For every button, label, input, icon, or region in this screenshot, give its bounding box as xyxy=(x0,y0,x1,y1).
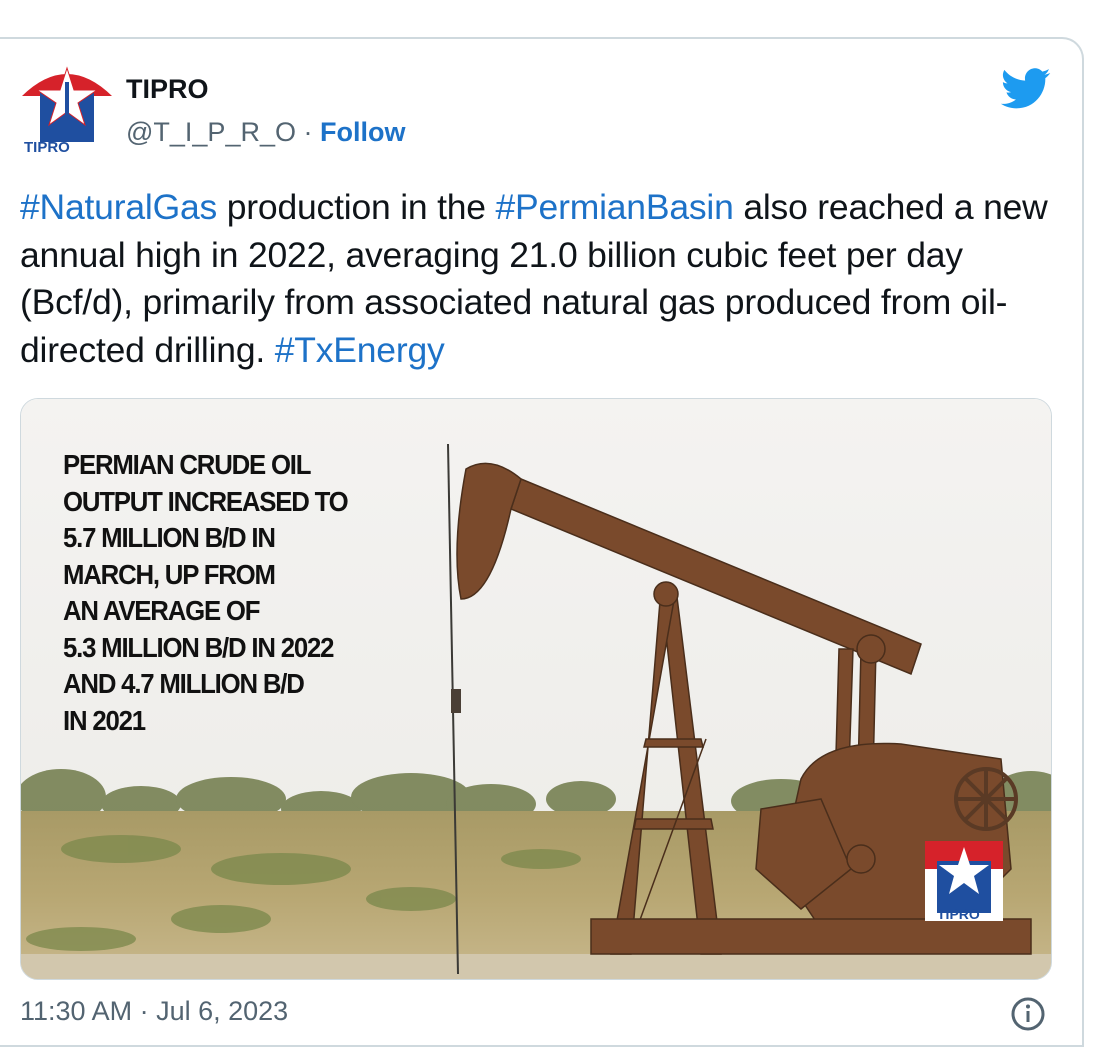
handle[interactable]: @T_I_P_R_O xyxy=(126,117,296,147)
info-icon[interactable] xyxy=(1010,996,1046,1032)
overlay-line: MARCH, UP FROM xyxy=(63,558,276,590)
overlay-line: OUTPUT INCREASED TO xyxy=(63,485,349,517)
tipro-logo: TIPRO xyxy=(925,841,1003,922)
account-avatar[interactable]: TIPRO xyxy=(22,62,112,154)
overlay-line: AN AVERAGE OF xyxy=(63,595,260,626)
separator: · xyxy=(303,117,313,147)
tweet-text: #NaturalGas production in the #PermianBa… xyxy=(20,184,1080,374)
tweet-text-segment: production in the xyxy=(217,187,496,227)
overlay-line: AND 4.7 MILLION B/D xyxy=(63,668,305,699)
avatar-logo-text: TIPRO xyxy=(24,139,70,154)
image-overlay-text: PERMIAN CRUDE OIL OUTPUT INCREASED TO 5.… xyxy=(63,447,449,739)
overlay-line: 5.3 MILLION B/D IN 2022 xyxy=(63,631,334,663)
follow-button[interactable]: Follow xyxy=(320,117,405,147)
tipro-logo-text: TIPRO xyxy=(937,906,980,922)
display-name[interactable]: TIPRO xyxy=(126,74,209,105)
overlay-line: IN 2021 xyxy=(63,704,146,736)
overlay-line: PERMIAN CRUDE OIL xyxy=(63,449,311,480)
handle-row: @T_I_P_R_O · Follow xyxy=(126,117,406,148)
overlay-line: 5.7 MILLION B/D IN xyxy=(63,522,276,553)
tweet-media-image[interactable]: TIPRO PERMIAN CRUDE OIL OUTPUT INCREASED… xyxy=(20,398,1052,980)
hashtag-txenergy[interactable]: #TxEnergy xyxy=(275,330,445,370)
twitter-bird-icon[interactable] xyxy=(1000,68,1052,110)
hashtag-naturalgas[interactable]: #NaturalGas xyxy=(20,187,217,227)
hashtag-permianbasin[interactable]: #PermianBasin xyxy=(496,187,734,227)
tweet-timestamp[interactable]: 11:30 AM · Jul 6, 2023 xyxy=(20,996,288,1027)
